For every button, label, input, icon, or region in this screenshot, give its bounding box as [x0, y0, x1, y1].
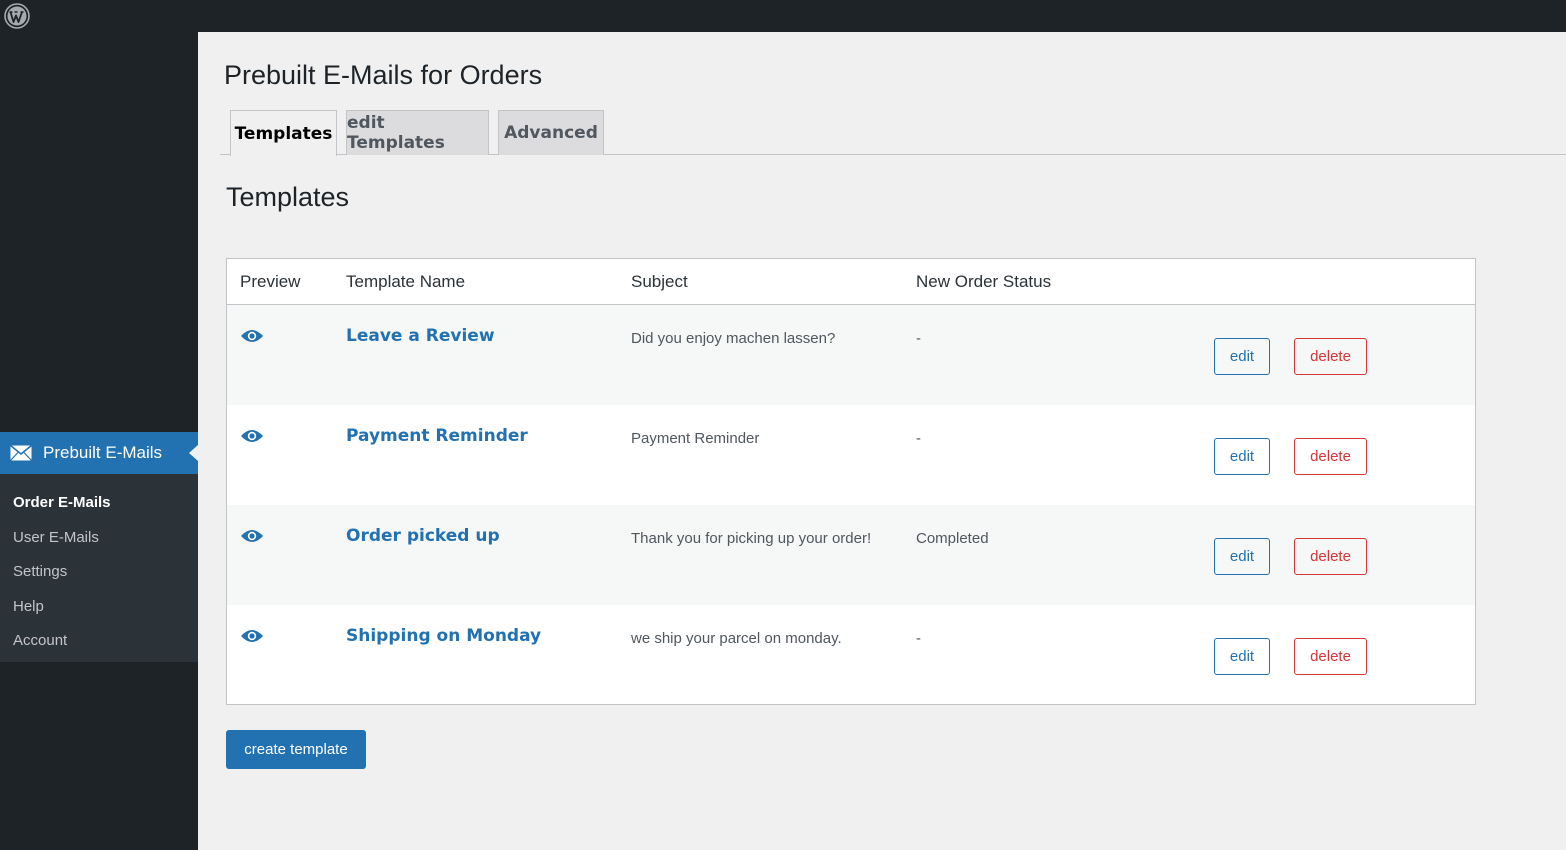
envelope-icon: [9, 444, 33, 466]
delete-button[interactable]: delete: [1294, 438, 1367, 475]
column-header-preview: Preview: [240, 272, 301, 291]
template-name-link[interactable]: Payment Reminder: [346, 426, 528, 446]
column-header-template-name: Template Name: [346, 272, 466, 291]
eye-icon[interactable]: [240, 628, 264, 649]
eye-icon[interactable]: [240, 428, 264, 449]
template-name-link[interactable]: Shipping on Monday: [346, 626, 541, 646]
edit-button[interactable]: edit: [1214, 438, 1270, 475]
tab-bar: Templates edit Templates Advanced: [220, 110, 1566, 156]
template-subject: Thank you for picking up your order!: [631, 530, 872, 547]
eye-icon[interactable]: [240, 528, 264, 549]
table-row: Shipping on Monday we ship your parcel o…: [227, 605, 1475, 705]
template-subject: Did you enjoy machen lassen?: [631, 330, 836, 347]
eye-icon[interactable]: [240, 328, 264, 349]
sidebar-item-settings[interactable]: Settings: [0, 555, 198, 590]
delete-button[interactable]: delete: [1294, 538, 1367, 575]
create-template-button[interactable]: create template: [226, 730, 366, 769]
page-title: Prebuilt E-Mails for Orders: [224, 60, 543, 90]
template-name-link[interactable]: Leave a Review: [346, 326, 495, 346]
admin-bar: [0, 0, 1566, 32]
wordpress-icon[interactable]: [4, 3, 30, 29]
edit-button[interactable]: edit: [1214, 538, 1270, 575]
tab-edit-templates[interactable]: edit Templates: [346, 110, 489, 155]
tab-templates[interactable]: Templates: [230, 110, 337, 156]
column-header-subject: Subject: [631, 272, 688, 291]
column-header-new-order-status: New Order Status: [916, 272, 1052, 291]
sidebar-item-order-emails[interactable]: Order E-Mails: [0, 486, 198, 521]
sidebar-item-user-emails[interactable]: User E-Mails: [0, 521, 198, 556]
tab-advanced[interactable]: Advanced: [498, 110, 604, 155]
table-row: Order picked up Thank you for picking up…: [227, 505, 1475, 605]
delete-button[interactable]: delete: [1294, 638, 1367, 675]
sidebar-submenu: Order E-Mails User E-Mails Settings Help…: [0, 474, 198, 662]
template-subject: Payment Reminder: [631, 430, 760, 447]
sidebar-menu-label: Prebuilt E-Mails: [43, 443, 163, 462]
section-title: Templates: [226, 182, 350, 212]
admin-sidebar: Prebuilt E-Mails Order E-Mails User E-Ma…: [0, 32, 198, 850]
template-status: -: [916, 430, 921, 447]
edit-button[interactable]: edit: [1214, 638, 1270, 675]
delete-button[interactable]: delete: [1294, 338, 1367, 375]
template-name-link[interactable]: Order picked up: [346, 526, 500, 546]
template-subject: we ship your parcel on monday.: [631, 630, 842, 647]
current-menu-arrow: [189, 445, 198, 461]
template-status: -: [916, 330, 921, 347]
templates-table: Preview Template Name Subject New Order …: [226, 258, 1476, 705]
sidebar-item-help[interactable]: Help: [0, 590, 198, 625]
edit-button[interactable]: edit: [1214, 338, 1270, 375]
table-header: Preview Template Name Subject New Order …: [227, 259, 1475, 305]
sidebar-item-account[interactable]: Account: [0, 624, 198, 659]
table-row: Payment Reminder Payment Reminder - edit…: [227, 405, 1475, 505]
sidebar-menu-prebuilt-emails[interactable]: Prebuilt E-Mails: [0, 432, 198, 474]
table-row: Leave a Review Did you enjoy machen lass…: [227, 305, 1475, 405]
template-status: Completed: [916, 530, 989, 547]
template-status: -: [916, 630, 921, 647]
